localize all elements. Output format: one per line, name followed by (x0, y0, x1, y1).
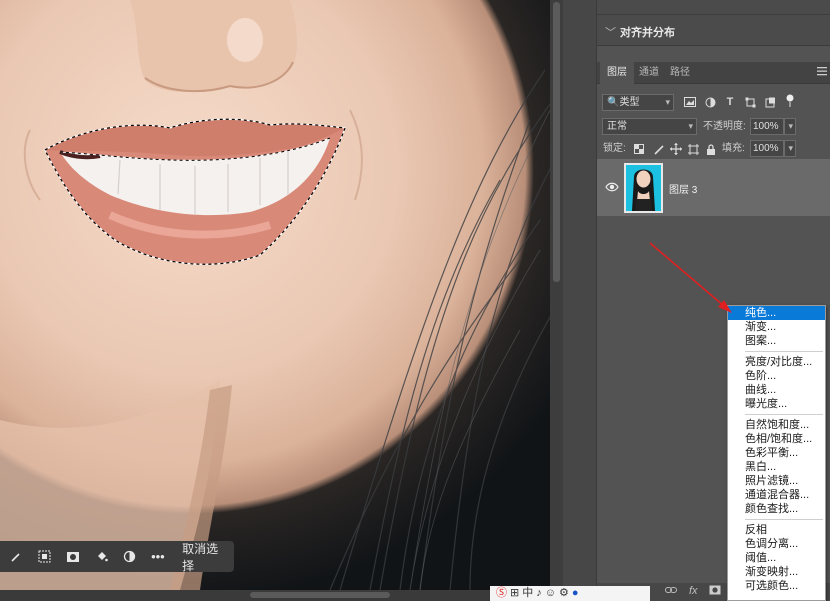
menu-item-channel-mixer[interactable]: 通道混合器... (728, 488, 825, 502)
menu-item-hue-saturation[interactable]: 色相/饱和度... (728, 432, 825, 446)
fill-label: 填充: (722, 143, 745, 154)
menu-item-black-white[interactable]: 黑白... (728, 460, 825, 474)
contextual-task-bar: ••• 取消选择 (0, 540, 234, 574)
filter-shape-icon[interactable] (743, 95, 757, 109)
mask-icon[interactable] (59, 541, 87, 572)
chevron-down-icon: ▾ (665, 97, 670, 107)
more-options-icon[interactable]: ••• (144, 541, 172, 572)
menu-item-curves[interactable]: 曲线... (728, 383, 825, 397)
portrait-thumbnail-image (626, 165, 661, 211)
emoji-icon[interactable]: ☺ (545, 587, 556, 600)
layer-name[interactable]: 图层 3 (669, 181, 697, 196)
filter-toggle-icon[interactable] (783, 94, 797, 108)
collapsed-panel-column (563, 0, 597, 590)
adjustment-icon[interactable] (115, 541, 143, 572)
ime-lang-toggle[interactable]: 中 (522, 587, 533, 600)
menu-item-posterize[interactable]: 色调分离... (728, 537, 825, 551)
lock-transparent-icon[interactable] (632, 142, 646, 156)
link-icon[interactable] (665, 585, 677, 597)
settings-icon[interactable]: ⚙ (559, 587, 569, 600)
menu-item-solid-color[interactable]: 纯色... (728, 306, 825, 320)
menu-item-gradient-map[interactable]: 渐变映射... (728, 565, 825, 579)
ime-toolbar: Ⓢ ⊞ 中 ♪ ☺ ⚙ ● (490, 586, 650, 601)
brush-icon[interactable] (2, 541, 30, 572)
search-icon: 🔍 (607, 97, 620, 108)
menu-item-color-balance[interactable]: 色彩平衡... (728, 446, 825, 460)
keyboard-icon[interactable]: ⊞ (510, 587, 519, 600)
blend-mode-select[interactable]: 正常 ▾ (602, 118, 697, 135)
lock-label: 锁定: (603, 143, 626, 154)
eye-icon[interactable] (605, 181, 619, 193)
fx-icon[interactable]: fx (689, 585, 698, 597)
fill-dropdown[interactable]: ▾ (784, 140, 796, 157)
canvas-horizontal-scrollbar[interactable] (0, 590, 490, 601)
fill-input[interactable]: 100% (750, 140, 784, 157)
menu-separator (745, 519, 823, 520)
menu-item-pattern[interactable]: 图案... (728, 334, 825, 348)
menu-separator (745, 351, 823, 352)
opacity-dropdown[interactable]: ▾ (784, 118, 796, 135)
help-icon[interactable]: ● (572, 587, 579, 600)
layer-filter-row: 🔍类型 ▾ T (597, 92, 830, 114)
menu-item-levels[interactable]: 色阶... (728, 369, 825, 383)
layer-thumbnail[interactable] (624, 163, 663, 213)
layers-panel-tabs: 图层 通道 路径 (597, 62, 830, 84)
blend-opacity-row: 正常 ▾ 不透明度: 100% ▾ (597, 116, 830, 138)
filter-pixel-icon[interactable] (683, 95, 697, 109)
deselect-button[interactable]: 取消选择 (174, 540, 234, 574)
lock-all-icon[interactable] (704, 142, 718, 156)
fill-adjustment-menu: 纯色... 渐变... 图案... 亮度/对比度... 色阶... 曲线... … (727, 305, 826, 601)
chevron-down-icon[interactable]: ﹀ (605, 27, 616, 39)
mask-icon[interactable] (709, 585, 721, 598)
menu-item-vibrance[interactable]: 自然饱和度... (728, 418, 825, 432)
fill-bucket-icon[interactable] (87, 541, 115, 572)
tab-paths[interactable]: 路径 (663, 62, 697, 84)
lock-artboard-icon[interactable] (686, 142, 700, 156)
tab-layers[interactable]: 图层 (600, 62, 634, 84)
filter-adjustment-icon[interactable] (703, 95, 717, 109)
tab-channels[interactable]: 通道 (632, 62, 666, 84)
align-panel-title[interactable]: ﹀ 对齐并分布 (605, 24, 675, 40)
panel-menu-icon[interactable] (817, 66, 827, 76)
menu-item-color-lookup[interactable]: 颜色查找... (728, 502, 825, 516)
menu-item-invert[interactable]: 反相 (728, 523, 825, 537)
layer-row[interactable]: 图层 3 (597, 159, 830, 216)
filter-kind-select[interactable]: 🔍类型 ▾ (602, 94, 674, 111)
filter-smart-object-icon[interactable] (763, 95, 777, 109)
align-distribute-panel: ﹀ 对齐并分布 (597, 0, 830, 46)
menu-item-threshold[interactable]: 阈值... (728, 551, 825, 565)
lock-fill-row: 锁定: 填充: 100% ▾ (597, 138, 830, 160)
menu-item-exposure[interactable]: 曝光度... (728, 397, 825, 411)
lock-brush-icon[interactable] (652, 142, 666, 156)
photo-artwork (0, 0, 550, 590)
menu-item-photo-filter[interactable]: 照片滤镜... (728, 474, 825, 488)
menu-item-brightness-contrast[interactable]: 亮度/对比度... (728, 355, 825, 369)
menu-separator (745, 414, 823, 415)
lock-move-icon[interactable] (669, 142, 683, 156)
document-canvas[interactable]: ••• 取消选择 (0, 0, 550, 590)
ime-logo-icon[interactable]: Ⓢ (496, 587, 507, 600)
punctuation-icon[interactable]: ♪ (536, 587, 542, 600)
chevron-down-icon: ▾ (688, 121, 693, 131)
canvas-horizontal-thumb[interactable] (250, 592, 390, 598)
filter-type-icon[interactable]: T (723, 95, 737, 109)
opacity-label: 不透明度: (703, 121, 746, 132)
menu-item-gradient[interactable]: 渐变... (728, 320, 825, 334)
canvas-scroll-thumb[interactable] (553, 2, 560, 282)
opacity-input[interactable]: 100% (750, 118, 784, 135)
menu-item-selective-color[interactable]: 可选颜色... (728, 579, 825, 593)
select-subject-icon[interactable] (30, 541, 58, 572)
